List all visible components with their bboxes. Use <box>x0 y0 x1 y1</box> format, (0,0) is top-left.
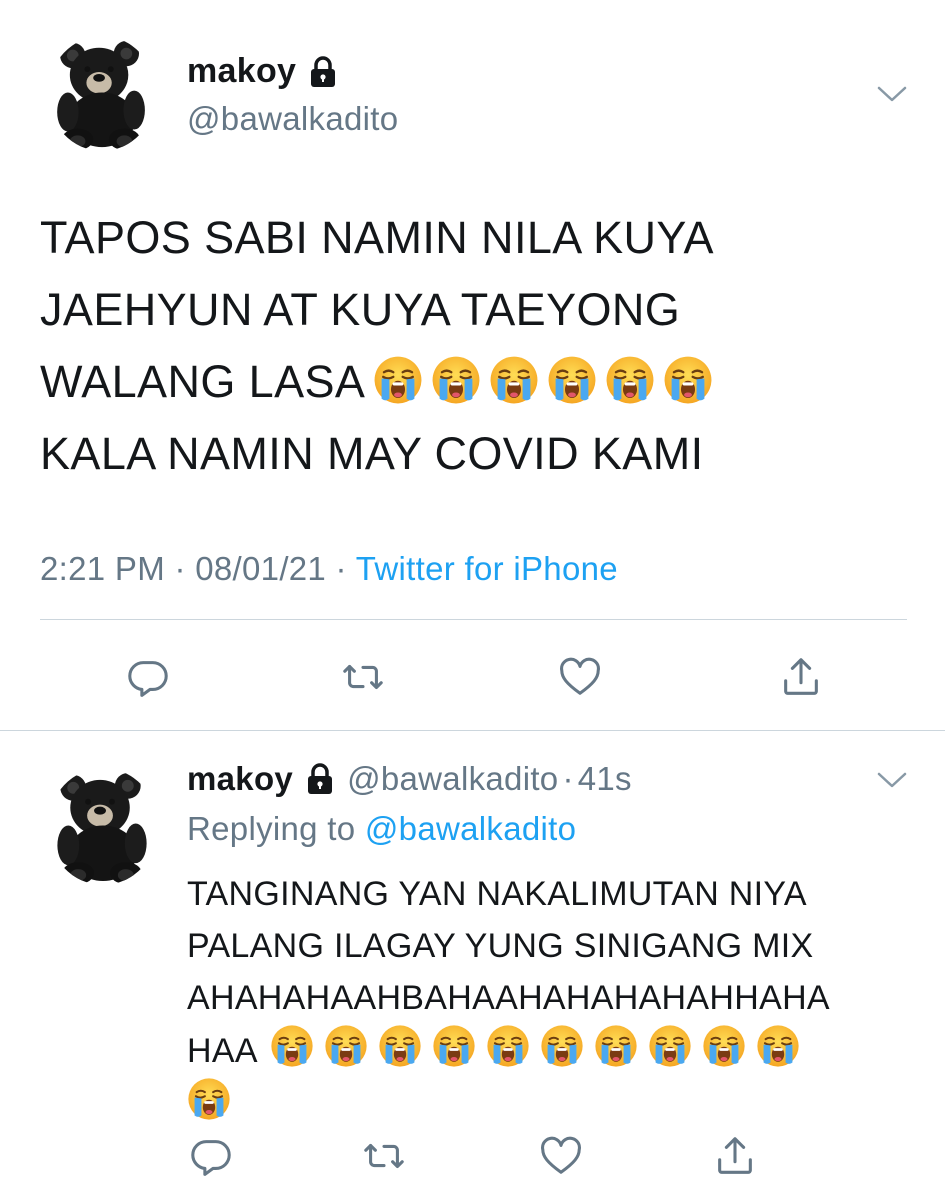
loudly-crying-face-emoji <box>373 355 423 405</box>
tweet-text-line: KALA NAMIN MAY COVID KAMI <box>40 428 704 479</box>
speech-bubble-icon <box>128 661 168 697</box>
loudly-crying-face-emoji <box>489 355 539 405</box>
share-icon <box>718 1137 752 1174</box>
teddy-bear-avatar-image <box>48 768 158 885</box>
loudly-crying-face-emoji <box>547 355 597 405</box>
loudly-crying-face-emoji <box>432 1024 476 1068</box>
emoji-group <box>187 1085 231 1123</box>
tweet-time[interactable]: 2:21 PM <box>40 550 165 587</box>
tweet-text-line: JAEHYUN AT KUYA TAEYONG <box>40 284 681 335</box>
retweet-button[interactable] <box>338 652 388 702</box>
tweet-text-line-with-emoji: HAA <box>187 1024 907 1077</box>
author-name[interactable]: makoy <box>187 52 296 91</box>
lock-icon <box>308 55 338 89</box>
loudly-crying-face-emoji <box>702 1024 746 1068</box>
chevron-down-icon[interactable] <box>876 84 908 104</box>
loudly-crying-face-emoji <box>378 1024 422 1068</box>
retweet-button[interactable] <box>359 1131 409 1181</box>
like-button[interactable] <box>555 652 605 702</box>
tweet-text-line-with-emoji: WALANG LASA <box>40 346 910 418</box>
main-tweet: makoy @bawalkadito TAPOS SABI NAMIN NILA… <box>0 0 945 730</box>
loudly-crying-face-emoji <box>270 1024 314 1068</box>
avatar[interactable] <box>48 768 158 885</box>
heart-icon <box>560 657 600 695</box>
loudly-crying-face-emoji <box>431 355 481 405</box>
loudly-crying-face-emoji <box>486 1024 530 1068</box>
replying-to-handle[interactable]: @bawalkadito <box>365 810 576 847</box>
replying-to: Replying to @bawalkadito <box>187 810 576 848</box>
author-handle[interactable]: @bawalkadito <box>187 100 398 138</box>
replying-prefix: Replying to <box>187 810 365 847</box>
divider <box>0 730 945 731</box>
reply-button[interactable] <box>123 652 173 702</box>
loudly-crying-face-emoji <box>605 355 655 405</box>
loudly-crying-face-emoji <box>648 1024 692 1068</box>
loudly-crying-face-emoji <box>324 1024 368 1068</box>
speech-bubble-icon <box>191 1140 231 1176</box>
tweet-text-line: PALANG ILAGAY YUNG SINIGANG MIX <box>187 927 814 965</box>
share-button[interactable] <box>710 1131 760 1181</box>
tweet-text: TANGINANG YAN NAKALIMUTAN NIYA PALANG IL… <box>187 868 907 1130</box>
tweet-text-line: TANGINANG YAN NAKALIMUTAN NIYA <box>187 875 807 913</box>
meta-separator: · <box>326 550 356 587</box>
divider <box>40 619 907 620</box>
teddy-bear-avatar-image <box>48 36 156 151</box>
emoji-group <box>365 356 713 407</box>
retweet-icon <box>343 664 383 690</box>
tweet-date[interactable]: 08/01/21 <box>195 550 326 587</box>
author-handle[interactable]: @bawalkadito <box>347 760 558 798</box>
tweet-text-segment: HAA <box>187 1032 258 1070</box>
tweet-source-link[interactable]: Twitter for iPhone <box>356 550 618 587</box>
tweet-emoji-line <box>187 1077 907 1130</box>
author-name-row[interactable]: makoy <box>187 52 338 91</box>
share-button[interactable] <box>776 652 826 702</box>
share-icon <box>784 658 818 695</box>
loudly-crying-face-emoji <box>540 1024 584 1068</box>
emoji-group <box>258 1032 800 1070</box>
lock-icon <box>305 762 335 796</box>
retweet-icon <box>364 1143 404 1169</box>
tweet-time-ago[interactable]: 41s <box>578 760 632 798</box>
author-name[interactable]: makoy <box>187 760 293 798</box>
loudly-crying-face-emoji <box>187 1077 231 1121</box>
avatar[interactable] <box>48 36 156 151</box>
tweet-text-line: TAPOS SABI NAMIN NILA KUYA <box>40 212 714 263</box>
loudly-crying-face-emoji <box>594 1024 638 1068</box>
reply-button[interactable] <box>186 1131 236 1181</box>
loudly-crying-face-emoji <box>756 1024 800 1068</box>
tweet-text-line: AHAHAHAAHBAHAAHAHAHAHAHHAHA <box>187 979 830 1017</box>
like-button[interactable] <box>536 1131 586 1181</box>
heart-icon <box>541 1136 581 1174</box>
chevron-down-icon[interactable] <box>876 770 908 790</box>
loudly-crying-face-emoji <box>663 355 713 405</box>
tweet-meta: 2:21 PM · 08/01/21 · Twitter for iPhone <box>40 550 618 588</box>
tweet-text-segment: WALANG LASA <box>40 356 366 407</box>
tweet-text: TAPOS SABI NAMIN NILA KUYA JAEHYUN AT KU… <box>40 202 910 490</box>
meta-separator: · <box>562 760 574 797</box>
meta-separator: · <box>165 550 196 587</box>
reply-header: makoy @bawalkadito · 41s <box>187 760 632 798</box>
